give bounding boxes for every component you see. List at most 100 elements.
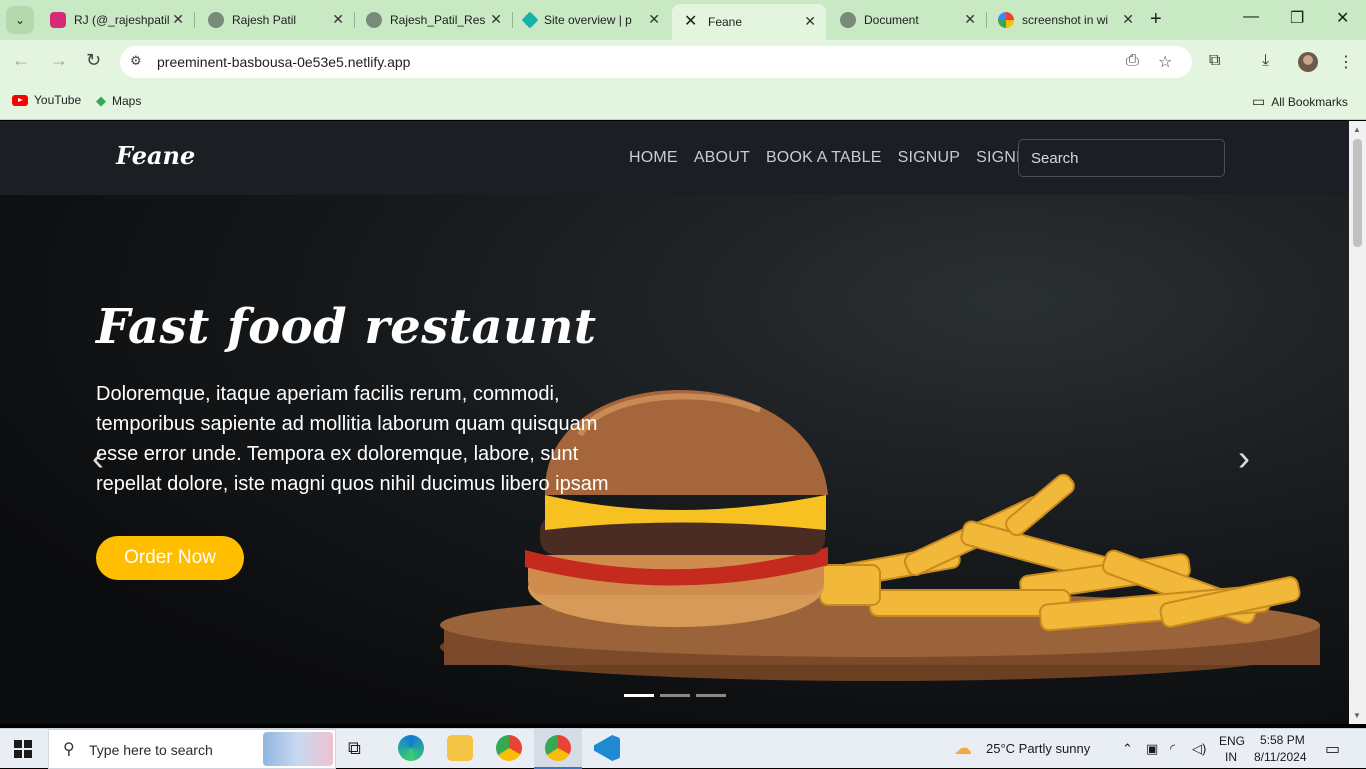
carousel-next-icon[interactable]: ›: [1238, 437, 1250, 479]
site-info-icon[interactable]: ⚙: [130, 53, 142, 69]
file-explorer-icon[interactable]: [447, 735, 473, 761]
profile-avatar[interactable]: [1298, 52, 1318, 72]
volume-icon[interactable]: ◁): [1192, 741, 1206, 757]
bookmark-star-icon[interactable]: ☆: [1158, 52, 1172, 72]
tab-title: Rajesh_Patil_Res: [390, 13, 486, 27]
hero-title: Fast food restaunt: [96, 299, 597, 355]
region-indicator[interactable]: IN: [1225, 750, 1237, 764]
carousel-indicator[interactable]: [624, 694, 654, 697]
language-indicator[interactable]: ENG: [1219, 734, 1245, 748]
chrome-active-app[interactable]: [534, 729, 582, 769]
main-nav: HOME ABOUT BOOK A TABLE SIGNUP SIGNIN: [629, 149, 1032, 167]
chrome-icon[interactable]: [496, 735, 522, 761]
site-logo[interactable]: Feane: [116, 141, 195, 170]
task-view-icon[interactable]: ⧉: [348, 738, 374, 764]
close-icon[interactable]: ✕: [648, 11, 660, 28]
scroll-down-icon[interactable]: ▼: [1353, 711, 1361, 720]
taskbar-search[interactable]: ⚲ Type here to search: [48, 729, 336, 769]
taskbar-search-text: Type here to search: [89, 742, 213, 758]
carousel-prev-icon[interactable]: ‹: [92, 437, 104, 479]
nav-about[interactable]: ABOUT: [694, 149, 750, 167]
weather-icon[interactable]: ☁: [954, 738, 972, 759]
back-button[interactable]: ←: [12, 50, 30, 71]
browser-tab[interactable]: Document ✕: [828, 6, 987, 34]
browser-tab[interactable]: Rajesh_Patil_Res ✕: [354, 6, 513, 34]
youtube-icon: [12, 94, 28, 106]
url-text[interactable]: preeminent-basbousa-0e53e5.netlify.app: [157, 54, 410, 70]
bookmarks-bar: YouTube ◆ Maps ▭ All Bookmarks: [0, 84, 1366, 120]
order-now-button[interactable]: Order Now: [96, 536, 244, 580]
tab-search-button[interactable]: ⌄: [6, 6, 34, 34]
tab-title: Document: [864, 13, 919, 27]
carousel-indicator[interactable]: [660, 694, 690, 697]
hero-carousel: Fast food restaunt Doloremque, itaque ap…: [0, 195, 1349, 724]
globe-icon: [840, 12, 856, 28]
notifications-icon[interactable]: ▭: [1325, 739, 1340, 759]
close-window-button[interactable]: ✕: [1336, 8, 1349, 28]
close-icon[interactable]: ✕: [1122, 11, 1134, 28]
vscode-icon[interactable]: [594, 735, 620, 761]
extensions-icon[interactable]: ⧉: [1209, 52, 1220, 70]
nav-signup[interactable]: SIGNUP: [898, 149, 961, 167]
carousel-indicator[interactable]: [696, 694, 726, 697]
close-icon[interactable]: ✕: [804, 13, 816, 30]
web-page: Feane HOME ABOUT BOOK A TABLE SIGNUP SIG…: [0, 121, 1349, 724]
new-tab-button[interactable]: +: [1150, 8, 1162, 31]
meet-now-icon[interactable]: ▣: [1146, 741, 1158, 757]
hero-description: Doloremque, itaque aperiam facilis rerum…: [96, 383, 609, 495]
chevron-up-icon[interactable]: ⌃: [1122, 741, 1133, 757]
chrome-icon: [545, 735, 571, 761]
restore-button[interactable]: ❐: [1290, 8, 1304, 28]
nav-home[interactable]: HOME: [629, 149, 678, 167]
edge-icon[interactable]: [398, 735, 424, 761]
globe-icon: [366, 12, 382, 28]
tab-title: RJ (@_rajeshpatil: [74, 13, 170, 27]
minimize-button[interactable]: —: [1243, 8, 1259, 26]
address-bar[interactable]: ⚙ preeminent-basbousa-0e53e5.netlify.app…: [120, 46, 1192, 78]
tab-title: Rajesh Patil: [232, 13, 297, 27]
close-icon[interactable]: ✕: [172, 11, 184, 28]
forward-button[interactable]: →: [50, 50, 68, 71]
reload-button[interactable]: ↻: [86, 50, 101, 71]
tab-title: Site overview | p: [544, 13, 632, 27]
wifi-icon[interactable]: ◜: [1170, 741, 1175, 757]
folder-icon: ▭: [1252, 93, 1266, 109]
browser-tab[interactable]: RJ (@_rajeshpatil ✕: [38, 6, 195, 34]
menu-kebab-icon[interactable]: ⋮: [1338, 52, 1354, 72]
browser-tab[interactable]: Rajesh Patil ✕: [196, 6, 355, 34]
all-bookmarks[interactable]: ▭ All Bookmarks: [1252, 93, 1348, 110]
browser-toolbar: ← → ↻ ⚙ preeminent-basbousa-0e53e5.netli…: [0, 40, 1366, 84]
chevron-down-icon: ⌄: [14, 13, 26, 27]
close-icon[interactable]: ✕: [332, 11, 344, 28]
maps-icon: ◆: [96, 93, 106, 108]
browser-tab[interactable]: screenshot in wi ✕: [986, 6, 1144, 34]
close-icon[interactable]: ✕: [964, 11, 976, 28]
browser-tab[interactable]: Site overview | p ✕: [512, 6, 670, 34]
clock-time[interactable]: 5:58 PM: [1260, 733, 1305, 747]
bookmark-youtube[interactable]: YouTube: [12, 93, 81, 107]
site-header: Feane HOME ABOUT BOOK A TABLE SIGNUP SIG…: [0, 121, 1349, 195]
weather-text[interactable]: 25°C Partly sunny: [986, 741, 1090, 756]
browser-tab-strip: ⌄ RJ (@_rajeshpatil ✕ Rajesh Patil ✕ Raj…: [0, 0, 1366, 40]
search-input[interactable]: [1018, 139, 1225, 177]
bookmark-label: YouTube: [34, 93, 82, 107]
bookmark-maps[interactable]: ◆ Maps: [96, 93, 141, 109]
cutlery-icon: ✕: [684, 13, 698, 30]
scrollbar-thumb[interactable]: [1353, 139, 1362, 247]
windows-start-icon[interactable]: [14, 740, 32, 758]
browser-tab-active[interactable]: ✕ Feane ✕: [672, 4, 826, 40]
carousel-indicators: [624, 694, 726, 697]
netlify-icon: [521, 11, 539, 29]
tab-title: screenshot in wi: [1022, 13, 1109, 27]
install-app-icon[interactable]: ⎙: [1126, 52, 1139, 70]
scroll-up-icon[interactable]: ▲: [1353, 125, 1361, 134]
bookmark-label: Maps: [112, 94, 142, 108]
instagram-icon: [50, 12, 66, 28]
google-icon: [998, 12, 1014, 28]
tab-title: Feane: [708, 15, 743, 29]
clock-date[interactable]: 8/11/2024: [1254, 750, 1307, 764]
download-icon[interactable]: ⤓: [1262, 52, 1269, 70]
nav-book-a-table[interactable]: BOOK A TABLE: [766, 149, 882, 167]
close-icon[interactable]: ✕: [490, 11, 502, 28]
page-scrollbar[interactable]: ▲ ▼: [1349, 121, 1366, 724]
